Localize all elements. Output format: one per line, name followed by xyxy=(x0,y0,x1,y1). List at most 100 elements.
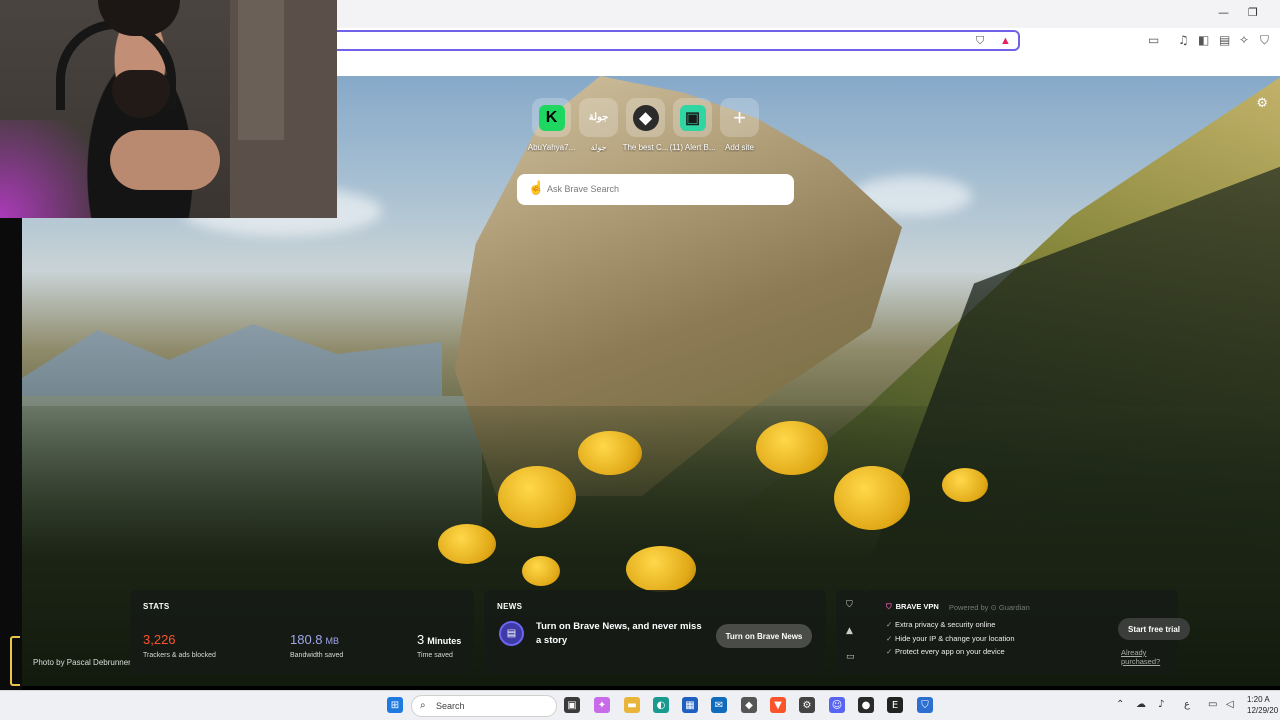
obs-icon[interactable]: ● xyxy=(858,697,874,713)
site-label: Add site xyxy=(725,143,754,152)
windows-start-icon[interactable]: ⊞ xyxy=(387,697,403,713)
yellow-flower xyxy=(756,421,828,475)
chevron-up-icon[interactable]: ⌃ xyxy=(1116,699,1124,710)
vpn-widget: ⛉ BRAVE VPN Powered by ⊙ Guardian ✓ Extra … xyxy=(866,590,1190,674)
site-tile-frame: K xyxy=(532,98,571,137)
customize-gear-icon[interactable]: ⚙ xyxy=(1256,96,1268,111)
start-free-trial-button[interactable]: Start free trial xyxy=(1118,618,1190,640)
edge-icon[interactable]: ◐ xyxy=(653,697,669,713)
search-placeholder: Ask Brave Search xyxy=(547,184,620,194)
trackers-value: 3,226 xyxy=(143,632,176,647)
maximize-button[interactable]: ❐ xyxy=(1248,6,1258,19)
vpn-feature: ✓ Extra privacy & security online xyxy=(886,618,1015,632)
left-accent-bracket xyxy=(10,636,20,686)
game-controller-logo-icon: ◆ xyxy=(632,104,659,131)
already-purchased-link[interactable]: Already purchased? xyxy=(1121,648,1178,666)
news-document-icon: ▤ xyxy=(499,621,524,646)
file-explorer-icon[interactable]: ▬ xyxy=(624,697,640,713)
photo-credit[interactable]: Photo by Pascal Debrunner xyxy=(33,658,131,667)
shield-icon[interactable]: ⛉ xyxy=(846,600,853,610)
yellow-flower xyxy=(942,468,988,502)
check-icon: ✓ xyxy=(886,633,893,643)
taskbar-clock[interactable]: 1:20 A 12/29/20 xyxy=(1247,694,1278,716)
minimize-button[interactable]: — xyxy=(1218,6,1229,19)
cam-hands xyxy=(110,130,220,190)
widget-rail: ⛉ ▲ ▭ xyxy=(836,590,866,674)
vpn-shield-icon[interactable]: ⛉ xyxy=(1260,33,1269,48)
trackers-label: Trackers & ads blocked xyxy=(143,652,216,659)
brave-shields-icon[interactable]: ⛉ xyxy=(976,35,984,48)
onedrive-icon[interactable]: ☁ xyxy=(1136,699,1146,710)
leo-ai-icon[interactable]: ✧ xyxy=(1239,33,1249,47)
yellow-flower xyxy=(522,556,560,586)
time-unit: Minutes xyxy=(427,636,462,646)
plus-icon: + xyxy=(733,104,746,130)
yellow-flower xyxy=(834,466,910,530)
vpn-feature-text: Hide your IP & change your location xyxy=(895,633,1015,643)
top-site-tile[interactable]: ◆ The best C... xyxy=(623,98,668,152)
tab-search-icon[interactable]: ▭ xyxy=(1148,33,1159,47)
webcam-overlay xyxy=(0,0,337,218)
top-site-tile[interactable]: جولة جولة xyxy=(579,98,618,152)
vpn-feature-text: Extra privacy & security online xyxy=(895,620,996,629)
brave-icon[interactable]: ▼ xyxy=(770,697,786,713)
trackers-stat: 3,226 Trackers & ads blocked xyxy=(143,631,216,659)
vpn-feature: ✓ Protect every app on your device xyxy=(886,645,1015,659)
vpn-shield-icon: ⛉ xyxy=(886,602,892,611)
add-site-button[interactable]: + Add site xyxy=(720,98,759,152)
site-label: AbuYahya7... xyxy=(527,143,576,152)
check-icon: ✓ xyxy=(886,647,893,656)
yellow-flower xyxy=(626,546,696,592)
clock-date: 12/29/20 xyxy=(1247,706,1279,715)
vpn-title: BRAVE VPN xyxy=(895,602,939,611)
site-tile-frame: ▣ xyxy=(673,98,712,137)
site-tile-frame: ◆ xyxy=(626,98,665,137)
windows-taskbar: ⊞ ⌕ Search ▣ ✦ ▬ ◐ ▦ ✉ ◆ ▼ ⚙ ☺ ● E ⛉ ⌃ ☁… xyxy=(0,690,1280,720)
network-icon[interactable]: ▭ xyxy=(1208,699,1217,710)
taskbar-search[interactable]: ⌕ Search xyxy=(411,695,557,717)
stats-widget: STATS 3,226 Trackers & ads blocked 180.8… xyxy=(130,590,474,674)
site-label: The best C... xyxy=(622,143,669,152)
app-cube-icon[interactable]: ◆ xyxy=(741,697,757,713)
address-bar[interactable]: ⛉ ▲ xyxy=(322,30,1020,51)
volume-icon[interactable]: ◁ xyxy=(1226,699,1234,710)
top-site-tile[interactable]: ▣ (11) Alert B... xyxy=(669,98,716,152)
brave-rewards-icon[interactable]: ▲ xyxy=(1000,35,1011,47)
task-view-icon[interactable]: ▣ xyxy=(564,697,580,713)
outlook-icon[interactable]: ✉ xyxy=(711,697,727,713)
check-icon: ✓ xyxy=(886,620,893,629)
time-label: Time saved xyxy=(417,652,453,659)
media-icon[interactable]: ♫ xyxy=(1178,33,1189,47)
hand-cursor-icon: ☝ xyxy=(528,180,545,195)
bandwidth-label: Bandwidth saved xyxy=(290,652,344,659)
bandwidth-value: 180.8 xyxy=(290,632,323,647)
top-site-tile[interactable]: K AbuYahya7... xyxy=(528,98,575,152)
brave-search-box[interactable]: Ask Brave Search xyxy=(517,174,794,205)
card-icon[interactable]: ▭ xyxy=(846,652,855,662)
epic-games-icon[interactable]: E xyxy=(887,697,903,713)
site-tile-frame: + xyxy=(720,98,759,137)
site-label: جولة xyxy=(590,143,607,152)
time-stat: 3 Minutes Time saved xyxy=(417,631,461,659)
vpn-header: ⛉ BRAVE VPN Powered by ⊙ Guardian xyxy=(886,602,1030,612)
search-icon: ⌕ xyxy=(420,700,426,711)
turn-on-news-button[interactable]: Turn on Brave News xyxy=(716,624,812,648)
app-gear-icon[interactable]: ⚙ xyxy=(799,697,815,713)
yellow-flower xyxy=(578,431,642,475)
yellow-flower xyxy=(498,466,576,528)
copilot-icon[interactable]: ✦ xyxy=(594,697,610,713)
news-widget: NEWS ▤ Turn on Brave News, and never mis… xyxy=(484,590,826,674)
microphone-icon[interactable]: ♪ xyxy=(1158,699,1164,710)
discord-icon[interactable]: ☺ xyxy=(829,697,845,713)
shield-app-icon[interactable]: ⛉ xyxy=(917,697,933,713)
store-icon[interactable]: ▦ xyxy=(682,697,698,713)
bandwidth-unit: MB xyxy=(325,636,340,646)
sidebar-icon[interactable]: ◧ xyxy=(1198,33,1209,47)
kick-logo-icon: K xyxy=(538,104,565,131)
bandwidth-stat: 180.8 MB Bandwidth saved xyxy=(290,631,343,659)
clock-time: 1:20 A xyxy=(1247,695,1270,704)
cam-background-door xyxy=(238,0,284,140)
wallet-icon[interactable]: ▤ xyxy=(1219,33,1230,47)
rewards-triangle-icon[interactable]: ▲ xyxy=(846,626,853,636)
language-indicator[interactable]: ع xyxy=(1184,699,1190,710)
